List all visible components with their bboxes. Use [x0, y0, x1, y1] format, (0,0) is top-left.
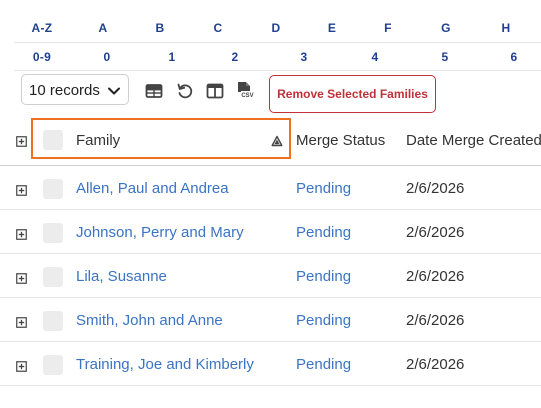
merge-status-link[interactable]: Pending: [296, 268, 351, 285]
table-row: Training, Joe and Kimberly Pending 2/6/2…: [0, 342, 541, 386]
alpha-filter-digits: 0-9 0 1 2 3 4 5 6: [0, 43, 541, 71]
reset-icon[interactable]: [176, 82, 194, 100]
merge-status-link[interactable]: Pending: [296, 356, 351, 373]
filter-g[interactable]: G: [441, 21, 451, 35]
table-row: Johnson, Perry and Mary Pending 2/6/2026: [0, 210, 541, 254]
merge-status-link[interactable]: Pending: [296, 180, 351, 197]
records-select-value: 10 records: [29, 82, 100, 99]
filter-0-9[interactable]: 0-9: [33, 50, 51, 64]
select-all-checkbox[interactable]: [43, 130, 63, 150]
filter-3[interactable]: 3: [301, 50, 308, 64]
family-name-link[interactable]: Smith, John and Anne: [76, 312, 223, 329]
merge-status-link[interactable]: Pending: [296, 312, 351, 329]
alpha-filter-letters: A-Z A B C D E F G H: [0, 14, 541, 42]
table-row: Allen, Paul and Andrea Pending 2/6/2026: [0, 166, 541, 210]
row-checkbox[interactable]: [43, 267, 63, 287]
filter-c[interactable]: C: [214, 21, 223, 35]
date-merge-created: 2/6/2026: [406, 356, 465, 373]
family-name-link[interactable]: Allen, Paul and Andrea: [76, 180, 229, 197]
family-name-link[interactable]: Johnson, Perry and Mary: [76, 224, 244, 241]
filter-4[interactable]: 4: [372, 50, 379, 64]
date-merge-created: 2/6/2026: [406, 180, 465, 197]
date-merge-created: 2/6/2026: [406, 224, 465, 241]
family-column-highlight: [31, 118, 291, 159]
family-name-link[interactable]: Training, Joe and Kimberly: [76, 356, 254, 373]
filter-f[interactable]: F: [384, 21, 392, 35]
column-header-date-merge-created[interactable]: Date Merge Created: [406, 132, 541, 149]
date-merge-created: 2/6/2026: [406, 268, 465, 285]
expand-row-icon[interactable]: [16, 229, 27, 240]
row-checkbox[interactable]: [43, 179, 63, 199]
column-header-family[interactable]: Family: [76, 132, 120, 149]
expand-row-icon[interactable]: [16, 317, 27, 328]
expand-all-icon[interactable]: [16, 136, 27, 147]
filter-d[interactable]: D: [272, 21, 281, 35]
filter-2[interactable]: 2: [232, 50, 239, 64]
table-row: Lila, Susanne Pending 2/6/2026: [0, 254, 541, 298]
filter-a-z[interactable]: A-Z: [32, 21, 53, 35]
filter-h[interactable]: H: [502, 21, 511, 35]
filter-divider-bottom: [14, 70, 541, 71]
filter-b[interactable]: B: [156, 21, 165, 35]
csv-export-icon[interactable]: CSV: [236, 81, 255, 101]
toolbar: 10 records CSV Remove Selected Families: [0, 73, 541, 115]
sort-ascending-icon[interactable]: [271, 135, 283, 147]
row-checkbox[interactable]: [43, 311, 63, 331]
filter-0[interactable]: 0: [104, 50, 111, 64]
remove-selected-families-button[interactable]: Remove Selected Families: [269, 75, 436, 113]
filter-5[interactable]: 5: [442, 50, 449, 64]
merge-status-link[interactable]: Pending: [296, 224, 351, 241]
svg-text:CSV: CSV: [241, 93, 253, 99]
row-checkbox[interactable]: [43, 355, 63, 375]
row-checkbox[interactable]: [43, 223, 63, 243]
columns-icon[interactable]: [206, 82, 224, 100]
expand-row-icon[interactable]: [16, 185, 27, 196]
chevron-down-icon: [108, 87, 120, 95]
date-merge-created: 2/6/2026: [406, 312, 465, 329]
table-header-row: Family Merge Status Date Merge Created: [0, 116, 541, 166]
table-view-icon[interactable]: [145, 82, 163, 100]
table-row: Smith, John and Anne Pending 2/6/2026: [0, 298, 541, 342]
filter-a[interactable]: A: [99, 21, 108, 35]
expand-row-icon[interactable]: [16, 361, 27, 372]
filter-e[interactable]: E: [328, 21, 336, 35]
filter-6[interactable]: 6: [511, 50, 518, 64]
family-name-link[interactable]: Lila, Susanne: [76, 268, 167, 285]
expand-row-icon[interactable]: [16, 273, 27, 284]
column-header-merge-status[interactable]: Merge Status: [296, 132, 385, 149]
filter-1[interactable]: 1: [169, 50, 176, 64]
records-per-page-select[interactable]: 10 records: [21, 74, 129, 105]
